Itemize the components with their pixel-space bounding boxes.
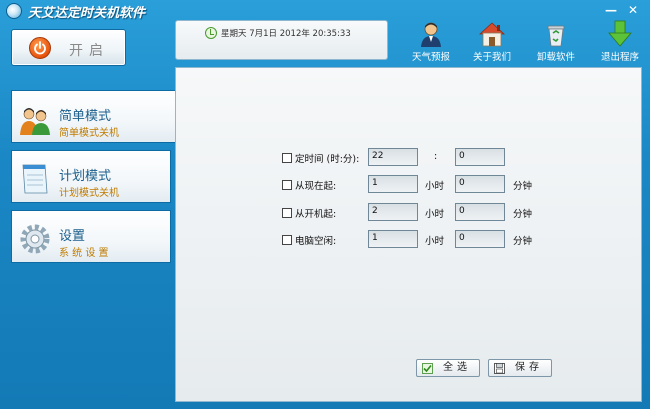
- save-label: 保存: [515, 362, 543, 373]
- idle-hour-field[interactable]: 1: [368, 230, 418, 248]
- sidebar-subtitle-simple-mode: 简单模式关机: [59, 128, 119, 139]
- sidebar-title-settings: 设置: [59, 229, 86, 244]
- idle-minute-field[interactable]: 0: [455, 230, 505, 248]
- down-arrow-icon: [608, 20, 632, 47]
- form-row-set-time: 定时间 (时:分): 22 : 0: [176, 148, 643, 168]
- idle-minute-unit: 分钟: [513, 236, 533, 247]
- uninstall-label: 卸载软件: [536, 52, 575, 63]
- form-row-from-boot: 从开机起: 2 小时 0 分钟: [176, 203, 643, 223]
- title-bar[interactable]: 天艾达定时关机软件 — ✕: [0, 0, 650, 22]
- start-button-label: 开启: [69, 43, 109, 59]
- sidebar-title-simple-mode: 简单模式: [59, 109, 112, 124]
- power-icon: [29, 37, 51, 59]
- form-row-from-now: 从现在起: 1 小时 0 分钟: [176, 175, 643, 195]
- weather-label: 天气预报: [411, 52, 450, 63]
- from-boot-hour-field[interactable]: 2: [368, 203, 418, 221]
- window-title: 天艾达定时关机软件: [28, 6, 146, 21]
- sidebar-item-settings[interactable]: 设置 系 统 设 置: [11, 210, 171, 263]
- floppy-disk-icon: [494, 363, 505, 374]
- weather-button[interactable]: 天气预报: [405, 20, 457, 63]
- idle-label: 电脑空闲:: [295, 236, 337, 247]
- set-time-hour-field[interactable]: 22: [368, 148, 418, 166]
- from-now-hour-unit: 小时: [425, 181, 445, 192]
- from-now-label: 从现在起:: [295, 181, 337, 192]
- uninstall-button[interactable]: 卸载软件: [530, 20, 582, 63]
- select-all-label: 全选: [443, 362, 471, 373]
- save-button[interactable]: 保存: [488, 359, 552, 377]
- from-boot-hour-unit: 小时: [425, 209, 445, 220]
- datetime-panel: 星期天 7月1日 2012年 20:35:33: [175, 20, 388, 60]
- start-button[interactable]: 开启: [11, 29, 126, 66]
- idle-checkbox[interactable]: [282, 235, 292, 245]
- app-window: 天艾达定时关机软件 — ✕ 开启 星期天 7月1日 2012年 20:35:33…: [0, 0, 650, 409]
- time-separator: :: [434, 151, 438, 162]
- select-all-button[interactable]: 全选: [416, 359, 480, 377]
- sidebar-item-simple-mode[interactable]: 简单模式 简单模式关机: [11, 90, 176, 143]
- set-time-checkbox[interactable]: [282, 153, 292, 163]
- from-boot-minute-field[interactable]: 0: [455, 203, 505, 221]
- notepad-icon: [22, 164, 48, 194]
- weather-person-icon: [421, 22, 441, 47]
- gear-icon: [20, 224, 50, 254]
- home-icon: [478, 22, 506, 47]
- recycle-bin-icon: [547, 25, 565, 47]
- from-boot-label: 从开机起:: [295, 209, 337, 220]
- datetime-text: 星期天 7月1日 2012年 20:35:33: [221, 29, 351, 39]
- sidebar-title-plan-mode: 计划模式: [59, 169, 112, 184]
- users-icon: [20, 108, 50, 135]
- about-us-label: 关于我们: [472, 52, 511, 63]
- check-icon: [422, 363, 433, 374]
- from-boot-minute-unit: 分钟: [513, 209, 533, 220]
- content-panel: 定时间 (时:分): 22 : 0 从现在起: 1 小时 0 分钟 从开机起: …: [175, 67, 642, 402]
- from-boot-checkbox[interactable]: [282, 208, 292, 218]
- close-button[interactable]: ✕: [626, 3, 640, 17]
- set-time-label: 定时间 (时:分):: [295, 154, 360, 165]
- from-now-minute-field[interactable]: 0: [455, 175, 505, 193]
- clock-icon: [205, 27, 217, 39]
- from-now-hour-field[interactable]: 1: [368, 175, 418, 193]
- app-logo-icon: [6, 3, 22, 19]
- sidebar-item-plan-mode[interactable]: 计划模式 计划模式关机: [11, 150, 171, 203]
- set-time-minute-field[interactable]: 0: [455, 148, 505, 166]
- idle-hour-unit: 小时: [425, 236, 445, 247]
- minimize-button[interactable]: —: [604, 3, 618, 17]
- from-now-minute-unit: 分钟: [513, 181, 533, 192]
- from-now-checkbox[interactable]: [282, 180, 292, 190]
- form-row-idle: 电脑空闲: 1 小时 0 分钟: [176, 230, 643, 250]
- exit-button[interactable]: 退出程序: [594, 20, 646, 63]
- sidebar-subtitle-plan-mode: 计划模式关机: [59, 188, 119, 199]
- exit-label: 退出程序: [600, 52, 639, 63]
- about-us-button[interactable]: 关于我们: [466, 20, 518, 63]
- sidebar-subtitle-settings: 系 统 设 置: [59, 248, 109, 259]
